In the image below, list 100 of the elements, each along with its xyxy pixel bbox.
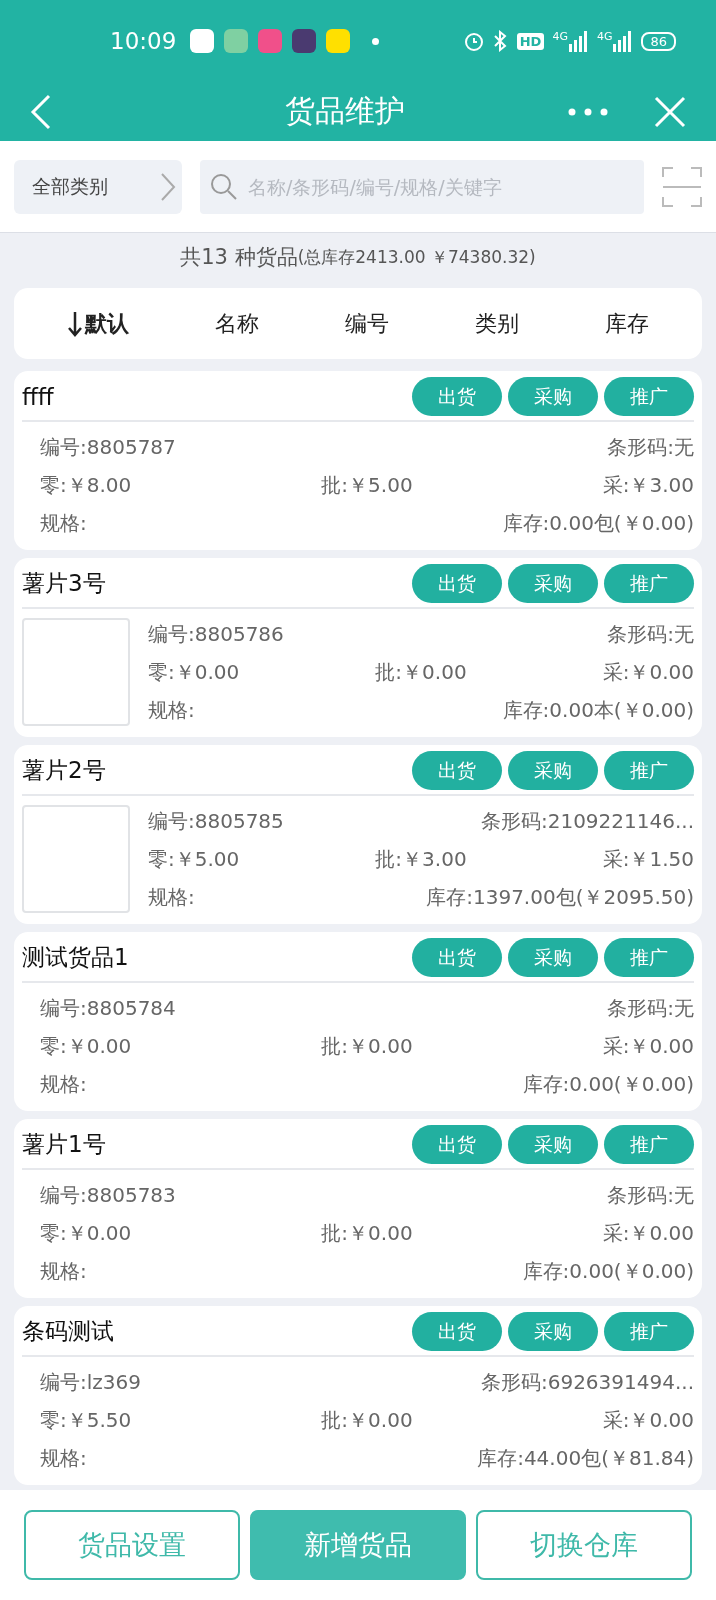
product-spec: 规格: xyxy=(40,1444,87,1472)
purchase-price: 采:￥0.00 xyxy=(602,1032,694,1060)
sort-option[interactable]: 库存 xyxy=(601,304,653,343)
purchase-price: 采:￥0.00 xyxy=(602,1406,694,1434)
product-name: 薯片1号 xyxy=(22,1130,106,1159)
product-name: ffff xyxy=(22,383,54,410)
purchase-price: 采:￥0.00 xyxy=(602,1219,694,1247)
action-button[interactable]: 采购 xyxy=(508,1125,598,1164)
action-button[interactable]: 推广 xyxy=(604,938,694,977)
product-spec: 规格: xyxy=(148,883,195,911)
product-stock: 库存:1397.00包(￥2095.50) xyxy=(426,883,694,911)
action-button[interactable]: 出货 xyxy=(412,938,502,977)
action-button[interactable]: 采购 xyxy=(508,1312,598,1351)
bottom-button[interactable]: 新增货品 xyxy=(250,1510,466,1580)
close-icon[interactable] xyxy=(654,95,686,128)
retail-price: 零:￥8.00 xyxy=(40,471,132,499)
product-stock: 库存:44.00包(￥81.84) xyxy=(477,1444,694,1472)
product-spec: 规格: xyxy=(40,1070,87,1098)
sort-option[interactable]: 编号 xyxy=(341,304,393,343)
action-button[interactable]: 推广 xyxy=(604,564,694,603)
product-code: 编号:8805784 xyxy=(40,994,176,1022)
action-button[interactable]: 采购 xyxy=(508,751,598,790)
action-button[interactable]: 推广 xyxy=(604,377,694,416)
product-stock: 库存:0.00本(￥0.00) xyxy=(502,696,694,724)
product-code: 编号:8805787 xyxy=(40,433,176,461)
wholesale-price: 批:￥0.00 xyxy=(321,1406,413,1434)
product-barcode: 条形码:6926391494... xyxy=(480,1368,694,1396)
purchase-price: 采:￥1.50 xyxy=(602,845,694,873)
signal-icon xyxy=(613,30,634,52)
action-button[interactable]: 采购 xyxy=(508,938,598,977)
network-label: 4G xyxy=(596,30,613,43)
network-label: 4G xyxy=(552,30,568,43)
product-code: 编号:8805783 xyxy=(40,1181,176,1209)
sort-arrow-icon xyxy=(67,310,83,337)
product-barcode: 条形码:无 xyxy=(607,1181,694,1209)
alarm-icon xyxy=(462,30,485,52)
wholesale-price: 批:￥0.00 xyxy=(321,1219,413,1247)
category-selector[interactable]: 全部类别 xyxy=(14,159,182,214)
wholesale-price: 批:￥0.00 xyxy=(321,1032,413,1060)
status-time: 10:09 xyxy=(110,28,177,54)
action-button[interactable]: 出货 xyxy=(412,377,502,416)
app-notification-icon xyxy=(224,29,249,53)
sort-option[interactable]: 默认 xyxy=(63,304,133,343)
sort-option[interactable]: 名称 xyxy=(211,304,263,343)
chevron-icon xyxy=(160,171,176,202)
action-button[interactable]: 出货 xyxy=(412,751,502,790)
wholesale-price: 批:￥0.00 xyxy=(375,658,467,686)
product-name: 薯片2号 xyxy=(22,756,106,785)
product-code: 编号:8805786 xyxy=(148,620,284,648)
action-button[interactable]: 出货 xyxy=(412,564,502,603)
action-button[interactable]: 采购 xyxy=(508,564,598,603)
battery-indicator: 86 xyxy=(641,31,676,51)
product-name: 条码测试 xyxy=(22,1317,114,1346)
product-code: 编号:8805785 xyxy=(148,807,284,835)
scan-icon[interactable] xyxy=(662,166,702,207)
search-field[interactable]: 名称/条形码/编号/规格/关键字 xyxy=(200,159,644,214)
signal-icon xyxy=(568,30,589,52)
stock-totals: (总库存2413.00 ￥74380.32) xyxy=(297,245,536,269)
retail-price: 零:￥0.00 xyxy=(148,658,240,686)
product-stock: 库存:0.00包(￥0.00) xyxy=(502,509,694,537)
wholesale-price: 批:￥5.00 xyxy=(321,471,413,499)
bottom-button[interactable]: 货品设置 xyxy=(24,1510,240,1580)
more-icon[interactable] xyxy=(568,107,608,116)
product-barcode: 条形码:无 xyxy=(607,994,694,1022)
retail-price: 零:￥5.00 xyxy=(148,845,240,873)
product-spec: 规格: xyxy=(148,696,195,724)
product-barcode: 条形码:无 xyxy=(607,433,694,461)
product-stock: 库存:0.00(￥0.00) xyxy=(522,1257,694,1285)
product-spec: 规格: xyxy=(40,1257,87,1285)
product-spec: 规格: xyxy=(40,509,87,537)
wholesale-price: 批:￥3.00 xyxy=(375,845,467,873)
retail-price: 零:￥5.50 xyxy=(40,1406,132,1434)
purchase-price: 采:￥0.00 xyxy=(602,658,694,686)
product-barcode: 条形码:2109221146... xyxy=(480,807,694,835)
action-button[interactable]: 出货 xyxy=(412,1312,502,1351)
product-name: 测试货品1 xyxy=(22,943,129,972)
app-notification-icon xyxy=(326,29,351,53)
action-button[interactable]: 推广 xyxy=(604,1125,694,1164)
app-notification-icon xyxy=(292,29,317,53)
app-notification-icon xyxy=(258,29,283,53)
app-notification-icon xyxy=(190,29,215,53)
retail-price: 零:￥0.00 xyxy=(40,1032,132,1060)
action-button[interactable]: 推广 xyxy=(604,751,694,790)
product-barcode: 条形码:无 xyxy=(607,620,694,648)
sort-option[interactable]: 类别 xyxy=(471,304,523,343)
retail-price: 零:￥0.00 xyxy=(40,1219,132,1247)
product-code: 编号:lz369 xyxy=(40,1368,141,1396)
product-stock: 库存:0.00(￥0.00) xyxy=(522,1070,694,1098)
page-title: 货品维护 xyxy=(284,92,406,130)
hd-indicator: HD xyxy=(516,32,545,50)
bluetooth-icon xyxy=(492,30,509,52)
back-icon[interactable] xyxy=(30,93,52,130)
notification-dot-icon xyxy=(372,37,380,45)
product-name: 薯片3号 xyxy=(22,569,106,598)
bottom-button[interactable]: 切换仓库 xyxy=(476,1510,692,1580)
action-button[interactable]: 推广 xyxy=(604,1312,694,1351)
action-button[interactable]: 出货 xyxy=(412,1125,502,1164)
action-button[interactable]: 采购 xyxy=(508,377,598,416)
purchase-price: 采:￥3.00 xyxy=(602,471,694,499)
product-count: 共13 种货品 xyxy=(180,244,298,271)
